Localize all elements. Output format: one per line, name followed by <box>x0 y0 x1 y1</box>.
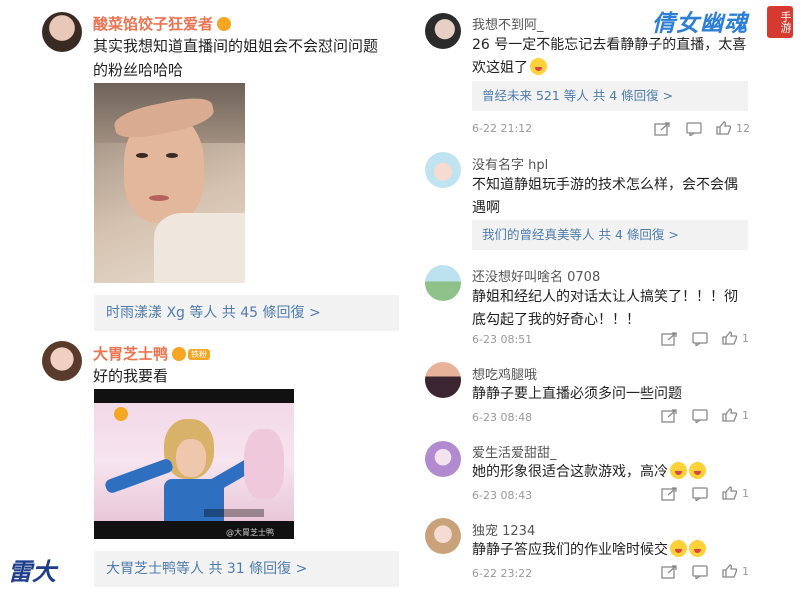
video-watermark: @大胃芝士鸭 <box>226 528 274 537</box>
comment-text: 不知道静姐玩手游的技术怎么样，会不会偶 遇啊 <box>472 177 738 216</box>
comment-text: 其实我想知道直播间的姐姐会不会怼问问题 的粉丝哈哈哈 <box>93 37 379 79</box>
share-icon[interactable] <box>661 565 677 579</box>
comment-icon[interactable] <box>692 487 708 501</box>
view-replies-link[interactable]: 时雨漾漾 Xg 等人 共 45 條回復 > <box>94 295 399 331</box>
like-icon[interactable] <box>716 121 732 135</box>
emoji-icon <box>670 462 687 479</box>
vip-badge-icon <box>217 17 232 31</box>
comment-icon[interactable] <box>692 565 708 579</box>
avatar[interactable] <box>425 265 461 301</box>
comment-username[interactable]: 想吃鸡腿哦 <box>472 364 537 383</box>
avatar[interactable] <box>425 362 461 398</box>
comment-video[interactable]: @大胃芝士鸭 <box>94 389 294 539</box>
comment-username[interactable]: 酸菜馅饺子狂爱者 <box>93 13 232 34</box>
comment-text: 静姐和经纪人的对话太让人搞笑了！！！彻 底勾起了我的好奇心！！！ <box>472 289 738 328</box>
avatar[interactable] <box>425 13 461 49</box>
view-replies-link[interactable]: 大胃芝士鸭等人 共 31 條回復 > <box>94 551 399 587</box>
comment-time: 6-22 23:22 <box>472 567 533 580</box>
avatar[interactable] <box>42 341 82 381</box>
comment-icon[interactable] <box>692 409 708 423</box>
share-icon[interactable] <box>661 409 677 423</box>
view-replies-link[interactable]: 我们的曾经真美等人 共 4 條回復 > <box>472 220 748 250</box>
emoji-icon <box>689 540 706 557</box>
comment-username[interactable]: 没有名字 hpl <box>472 154 548 173</box>
comment-text: 静静子要上直播必须多问一些问题 <box>472 386 682 402</box>
emoji-icon <box>530 58 547 75</box>
like-icon[interactable] <box>722 564 738 578</box>
like-icon[interactable] <box>722 331 738 345</box>
share-icon[interactable] <box>661 332 677 346</box>
avatar[interactable] <box>42 12 82 52</box>
avatar[interactable] <box>425 518 461 554</box>
emoji-icon <box>689 462 706 479</box>
comment-text: 26 号一定不能忘记去看静静子的直播，太喜 欢这姐了 <box>472 37 747 76</box>
like-icon[interactable] <box>722 408 738 422</box>
share-icon[interactable] <box>654 122 670 136</box>
avatar[interactable] <box>425 152 461 188</box>
comment-username[interactable]: 爱生活爱甜甜_ <box>472 442 557 461</box>
avatar[interactable] <box>425 441 461 477</box>
fan-badge: 铁粉 <box>188 349 211 360</box>
comment-icon[interactable] <box>692 332 708 346</box>
comment-username[interactable]: 还没想好叫啥名 0708 <box>472 266 600 285</box>
comment-icon[interactable] <box>686 122 702 136</box>
comment-text: 静静子答应我们的作业啥时候交 <box>472 539 752 562</box>
comment-username[interactable]: 我想不到阿_ <box>472 14 544 33</box>
comment-username[interactable]: 独宠 1234 <box>472 520 535 539</box>
like-count: 1 <box>742 409 749 422</box>
fan-badge-icon <box>172 347 187 361</box>
like-icon[interactable] <box>722 486 738 500</box>
comment-time: 6-23 08:51 <box>472 333 533 346</box>
emoji-icon <box>670 540 687 557</box>
comment-time: 6-23 08:48 <box>472 411 533 424</box>
like-count: 1 <box>742 565 749 578</box>
like-count: 1 <box>742 487 749 500</box>
comment-text: 好的我要看 <box>93 367 169 385</box>
share-icon[interactable] <box>661 487 677 501</box>
like-count: 12 <box>736 122 750 135</box>
comment-text: 她的形象很适合这款游戏，高冷 <box>472 461 752 484</box>
like-count: 1 <box>742 332 749 345</box>
comment-username[interactable]: 大胃芝士鸭 铁粉 <box>93 343 211 364</box>
comment-time: 6-23 08:43 <box>472 489 533 502</box>
brand-logo: 雷大 <box>8 557 56 586</box>
comment-time: 6-22 21:12 <box>472 122 533 135</box>
comment-photo[interactable] <box>94 83 245 283</box>
view-replies-link[interactable]: 曾经未来 521 等人 共 4 條回復 > <box>472 81 748 111</box>
